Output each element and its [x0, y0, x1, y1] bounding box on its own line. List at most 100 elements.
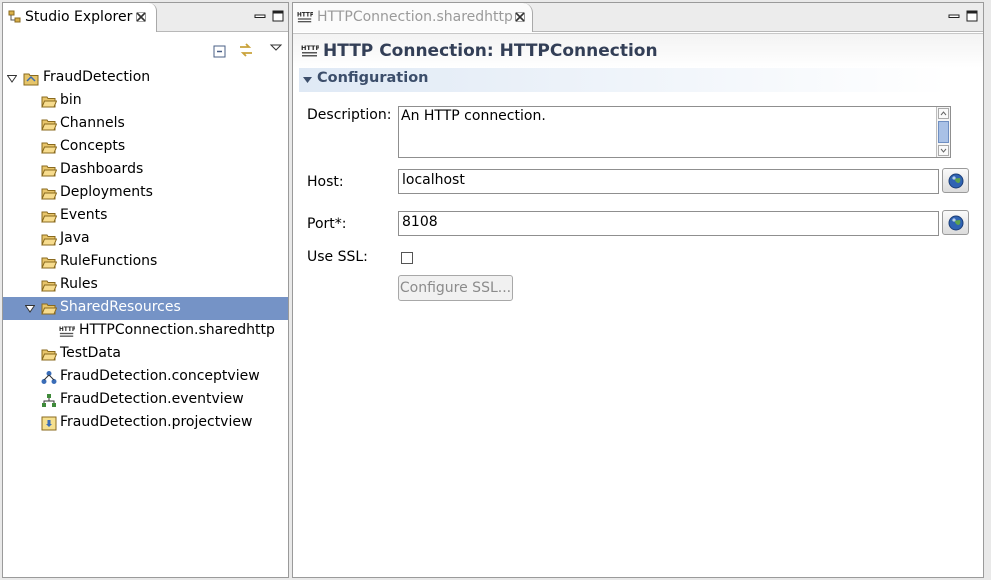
svg-text:HTTP: HTTP: [59, 327, 75, 333]
tree-item-label: bin: [60, 92, 82, 108]
folder-icon: [41, 303, 57, 315]
studio-explorer-view: Studio Explorer FraudDetection bin Chann…: [2, 2, 289, 578]
tree-item-folder[interactable]: bin: [3, 90, 288, 113]
port-value: 8108: [402, 214, 438, 230]
folder-icon: [41, 280, 57, 292]
editor-area: HTTP HTTPConnection.sharedhttp HTTP HTTP…: [292, 2, 984, 578]
tree-item-folder[interactable]: Concepts: [3, 136, 288, 159]
editor-tab-bar: HTTP HTTPConnection.sharedhttp: [293, 3, 983, 32]
tree-item-label: Channels: [60, 115, 125, 131]
host-label: Host:: [307, 174, 344, 190]
tree-item-event-view[interactable]: FraudDetection.eventview: [3, 389, 288, 412]
tree-item-shared-http[interactable]: HTTP HTTPConnection.sharedhttp: [3, 320, 288, 343]
explorer-view-icon: [8, 10, 21, 23]
tree-item-label: HTTPConnection.sharedhttp: [79, 322, 275, 338]
tree-item-label: SharedResources: [60, 299, 181, 315]
section-title: Configuration: [317, 70, 429, 86]
description-field[interactable]: An HTTP connection.: [398, 106, 951, 158]
explorer-tab-bar: Studio Explorer: [3, 3, 288, 32]
close-icon[interactable]: [515, 12, 525, 22]
editor-tab-label: HTTPConnection.sharedhttp: [317, 9, 513, 25]
tree-item-label: Dashboards: [60, 161, 144, 177]
chevron-up-icon[interactable]: [938, 108, 949, 119]
chevron-down-icon[interactable]: [25, 304, 35, 314]
tree-item-concept-view[interactable]: FraudDetection.conceptview: [3, 366, 288, 389]
folder-icon: [41, 142, 57, 154]
http-resource-icon: HTTP: [297, 13, 313, 23]
folder-icon: [41, 96, 57, 108]
section-configuration[interactable]: Configuration: [299, 68, 983, 92]
tree-item-folder[interactable]: Events: [3, 205, 288, 228]
port-field[interactable]: 8108: [398, 211, 939, 236]
folder-icon: [41, 349, 57, 361]
event-view-icon: [42, 394, 56, 407]
link-with-editor-icon[interactable]: [238, 42, 254, 58]
description-scrollbar[interactable]: [936, 107, 950, 157]
tree-item-label: Concepts: [60, 138, 126, 154]
tree-item-label: Java: [60, 230, 90, 246]
minimize-icon[interactable]: [948, 10, 960, 22]
tree-item-label: Deployments: [60, 184, 153, 200]
concept-view-icon: [41, 371, 57, 384]
form-editor: HTTP HTTP Connection: HTTPConnection Con…: [293, 33, 983, 577]
globe-icon: [948, 173, 964, 189]
tree-item-folder[interactable]: TestData: [3, 343, 288, 366]
project-view-icon: [41, 416, 57, 431]
svg-text:HTTP: HTTP: [301, 44, 319, 52]
tab-http-connection[interactable]: HTTP HTTPConnection.sharedhttp: [293, 3, 533, 32]
description-label: Description:: [307, 107, 392, 123]
description-value: An HTTP connection.: [401, 108, 546, 124]
use-ssl-checkbox[interactable]: [401, 252, 413, 264]
tree-item-label: Rules: [60, 276, 98, 292]
tab-studio-explorer[interactable]: Studio Explorer: [3, 3, 157, 32]
port-label: Port*:: [307, 216, 347, 232]
tree-item-label: FraudDetection.eventview: [60, 391, 244, 407]
tree-item-folder[interactable]: Channels: [3, 113, 288, 136]
minimize-icon[interactable]: [254, 10, 266, 22]
view-menu-icon[interactable]: [268, 40, 284, 56]
maximize-icon[interactable]: [966, 10, 978, 22]
folder-icon: [41, 234, 57, 246]
http-resource-icon: HTTP: [59, 327, 75, 337]
collapse-all-icon[interactable]: [212, 43, 228, 59]
host-globe-button[interactable]: [942, 168, 969, 193]
form-header: HTTP HTTP Connection: HTTPConnection: [293, 34, 983, 68]
tree-item-project-view[interactable]: FraudDetection.projectview: [3, 412, 288, 435]
folder-icon: [41, 257, 57, 269]
http-resource-icon: HTTP: [301, 44, 319, 57]
project-icon: [23, 73, 39, 86]
folder-icon: [41, 188, 57, 200]
explorer-tab-label: Studio Explorer: [25, 9, 133, 25]
project-tree: FraudDetection bin Channels Concepts Das…: [3, 67, 288, 435]
chevron-down-icon[interactable]: [938, 145, 949, 156]
svg-text:HTTP: HTTP: [297, 13, 313, 19]
folder-icon: [41, 211, 57, 223]
maximize-icon[interactable]: [272, 10, 284, 22]
tree-item-folder[interactable]: RuleFunctions: [3, 251, 288, 274]
tree-item-label: TestData: [60, 345, 121, 361]
folder-icon: [41, 165, 57, 177]
tree-item-folder[interactable]: Java: [3, 228, 288, 251]
close-icon[interactable]: [136, 12, 146, 22]
chevron-down-icon[interactable]: [303, 76, 312, 84]
tree-item-label: FraudDetection.conceptview: [60, 368, 260, 384]
page-title: HTTP Connection: HTTPConnection: [323, 41, 658, 61]
tree-item-label: FraudDetection.projectview: [60, 414, 253, 430]
globe-icon: [948, 215, 964, 231]
host-field[interactable]: localhost: [398, 169, 939, 194]
host-value: localhost: [402, 172, 465, 188]
tree-item-folder[interactable]: Rules: [3, 274, 288, 297]
tree-item-root[interactable]: FraudDetection: [3, 67, 288, 90]
tree-item-folder[interactable]: Deployments: [3, 182, 288, 205]
tree-item-folder[interactable]: Dashboards: [3, 159, 288, 182]
tree-item-shared-resources[interactable]: SharedResources: [3, 297, 288, 320]
port-globe-button[interactable]: [942, 210, 969, 235]
use-ssl-label: Use SSL:: [307, 249, 368, 265]
tree-item-label: FraudDetection: [43, 69, 151, 85]
configure-ssl-button[interactable]: Configure SSL...: [398, 275, 513, 301]
tree-item-label: Events: [60, 207, 108, 223]
folder-icon: [41, 119, 57, 131]
chevron-down-icon[interactable]: [7, 74, 17, 84]
scroll-thumb[interactable]: [938, 121, 949, 143]
tree-item-label: RuleFunctions: [60, 253, 158, 269]
